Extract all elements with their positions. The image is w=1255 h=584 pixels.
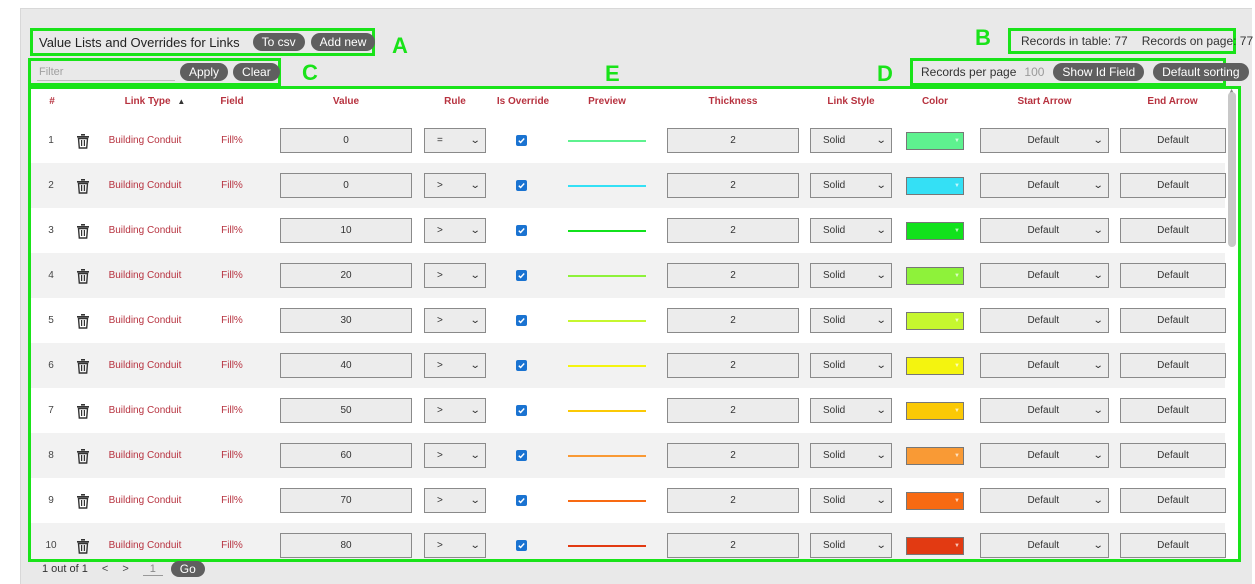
- show-id-field-button[interactable]: Show Id Field: [1053, 63, 1145, 81]
- page-info: 1 out of 1: [42, 563, 88, 575]
- annotation-e: E: [605, 61, 620, 86]
- page-title: Value Lists and Overrides for Links: [39, 34, 240, 50]
- filter-bar: Apply Clear: [28, 58, 281, 86]
- records-on-page: Records on page: 77: [1141, 34, 1254, 48]
- annotation-b: B: [975, 25, 991, 50]
- clear-button[interactable]: Clear: [233, 63, 280, 81]
- record-counts: Records in table: 77 Records on page: 77: [1008, 28, 1253, 54]
- annotation-d: D: [877, 61, 893, 86]
- pagination: 1 out of 1 < > Go: [42, 561, 205, 577]
- add-new-button[interactable]: Add new: [310, 33, 376, 51]
- go-button[interactable]: Go: [170, 561, 205, 577]
- prev-page-button[interactable]: <: [102, 563, 108, 575]
- page-number-input[interactable]: [142, 562, 163, 576]
- records-per-page-label: Records per page: [921, 65, 1017, 79]
- apply-button[interactable]: Apply: [180, 63, 229, 81]
- annotation-a: A: [392, 33, 408, 58]
- default-sorting-button[interactable]: Default sorting: [1153, 63, 1249, 81]
- paging-controls: Records per page 100 Show Id Field Defau…: [910, 58, 1249, 86]
- table-highlight: [28, 86, 1241, 562]
- records-in-table: Records in table: 77: [1021, 34, 1128, 48]
- filter-input[interactable]: [37, 63, 175, 81]
- annotation-c: C: [302, 60, 318, 85]
- next-page-button[interactable]: >: [122, 563, 128, 575]
- records-per-page-input[interactable]: 100: [1024, 65, 1044, 79]
- to-csv-button[interactable]: To csv: [252, 33, 305, 51]
- title-bar: Value Lists and Overrides for Links To c…: [30, 28, 376, 56]
